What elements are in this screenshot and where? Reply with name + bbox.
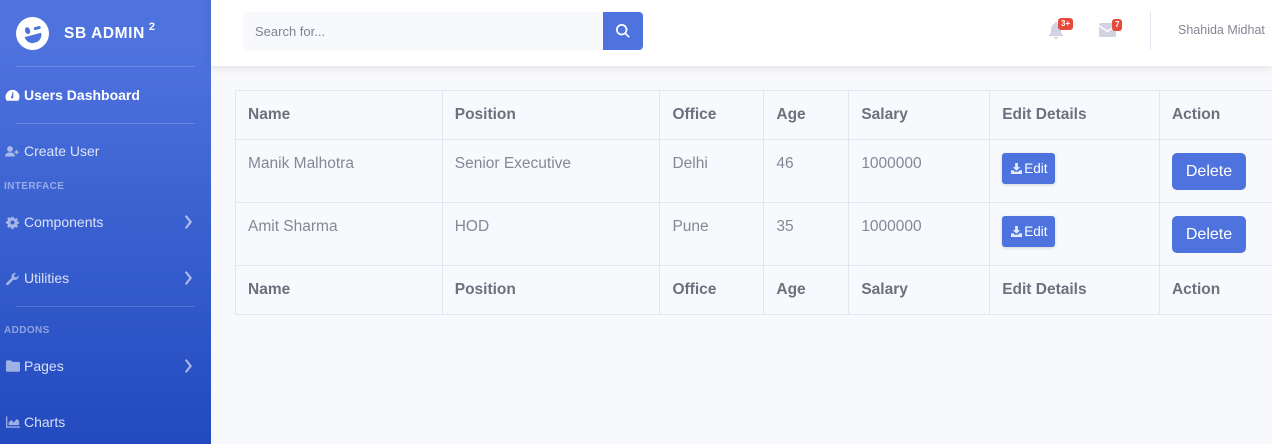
search-input[interactable] <box>243 12 603 50</box>
cell-office: Delhi <box>659 139 765 203</box>
column-header-name: Name <box>235 90 443 140</box>
topbar-divider <box>1150 12 1151 50</box>
chevron-right-icon <box>184 271 192 285</box>
alerts-dropdown[interactable]: 3+ <box>1048 18 1074 40</box>
sidebar-item-components[interactable]: Components <box>0 212 211 232</box>
sidebar-heading-interface: INTERFACE <box>4 181 65 192</box>
cell-action: Delete <box>1158 139 1272 203</box>
cell-action: Delete <box>1158 202 1272 266</box>
folder-icon <box>5 359 20 373</box>
chevron-right-icon <box>184 359 192 373</box>
column-header-edit-details: Edit Details <box>989 90 1160 140</box>
edit-button[interactable]: Edit <box>1002 153 1056 184</box>
cog-icon <box>5 215 20 229</box>
sidebar-item-label: Create User <box>24 143 100 159</box>
sidebar-heading-addons: ADDONS <box>4 325 50 336</box>
download-icon <box>1011 163 1023 174</box>
sidebar-item-label: Pages <box>24 358 64 374</box>
cell-age: 35 <box>763 202 850 266</box>
sidebar-divider <box>16 306 195 307</box>
cell-office: Pune <box>659 202 765 266</box>
sidebar-item-users-dashboard[interactable]: Users Dashboard <box>0 85 211 105</box>
messages-dropdown[interactable]: 7 <box>1099 19 1123 41</box>
column-header-salary: Salary <box>848 90 991 140</box>
sidebar-brand[interactable]: SB ADMIN 2 <box>0 0 211 66</box>
column-footer-age: Age <box>763 265 850 315</box>
cell-position: HOD <box>441 202 661 266</box>
cell-age: 46 <box>763 139 850 203</box>
users-table: Name Position Office Age Salary Edit Det… <box>235 90 1272 315</box>
sidebar-divider <box>16 66 195 67</box>
search-icon <box>616 24 630 38</box>
delete-button[interactable]: Delete <box>1171 216 1246 253</box>
column-header-position: Position <box>441 90 661 140</box>
download-icon <box>1011 226 1023 237</box>
table-row: Manik Malhotra Senior Executive Delhi 46… <box>235 139 1272 203</box>
messages-badge: 7 <box>1112 19 1123 31</box>
chevron-right-icon <box>184 215 192 229</box>
laugh-wink-icon <box>12 12 53 54</box>
column-header-action: Action <box>1158 90 1272 140</box>
column-footer-position: Position <box>441 265 661 315</box>
column-footer-office: Office <box>659 265 765 315</box>
edit-button-label: Edit <box>1024 224 1048 239</box>
cell-name: Amit Sharma <box>235 202 443 266</box>
sidebar-item-pages[interactable]: Pages <box>0 356 211 376</box>
column-header-office: Office <box>659 90 765 140</box>
cell-edit: Edit <box>989 139 1160 203</box>
search-form <box>243 12 643 50</box>
users-table-container: Name Position Office Age Salary Edit Det… <box>235 90 1272 315</box>
sidebar-divider <box>16 123 195 124</box>
cell-name: Manik Malhotra <box>235 139 443 203</box>
column-footer-name: Name <box>235 265 443 315</box>
edit-button-label: Edit <box>1024 161 1048 176</box>
sidebar-item-label: Users Dashboard <box>24 87 140 103</box>
sidebar-item-utilities[interactable]: Utilities <box>0 268 211 288</box>
alerts-badge: 3+ <box>1058 18 1074 30</box>
sidebar-item-label: Charts <box>24 414 66 430</box>
sidebar-item-label: Utilities <box>24 270 70 286</box>
column-footer-action: Action <box>1158 265 1272 315</box>
user-name[interactable]: Shahida Midhat <box>1178 23 1265 37</box>
column-footer-edit-details: Edit Details <box>989 265 1160 315</box>
chart-area-icon <box>5 415 20 429</box>
cell-position: Senior Executive <box>441 139 661 203</box>
sidebar: SB ADMIN 2 Users Dashboard Create User IN… <box>0 0 211 444</box>
search-button[interactable] <box>603 12 643 50</box>
topbar: 3+ 7 Shahida Midhat <box>211 0 1272 66</box>
column-footer-salary: Salary <box>848 265 991 315</box>
brand-name: SB ADMIN 2 <box>64 20 156 43</box>
sidebar-item-charts[interactable]: Charts <box>0 412 211 432</box>
cell-salary: 1000000 <box>848 139 991 203</box>
table-header-row: Name Position Office Age Salary Edit Det… <box>235 90 1272 140</box>
cell-edit: Edit <box>989 202 1160 266</box>
sidebar-item-create-user[interactable]: Create User <box>0 141 211 161</box>
delete-button[interactable]: Delete <box>1171 153 1246 190</box>
column-header-age: Age <box>763 90 850 140</box>
edit-button[interactable]: Edit <box>1002 216 1056 247</box>
table-row: Amit Sharma HOD Pune 35 1000000 Edit Del… <box>235 202 1272 266</box>
cell-salary: 1000000 <box>848 202 991 266</box>
wrench-icon <box>5 271 20 285</box>
tachometer-icon <box>5 88 20 102</box>
user-plus-icon <box>5 144 20 158</box>
sidebar-item-label: Components <box>24 214 104 230</box>
table-footer-row: Name Position Office Age Salary Edit Det… <box>235 265 1272 315</box>
